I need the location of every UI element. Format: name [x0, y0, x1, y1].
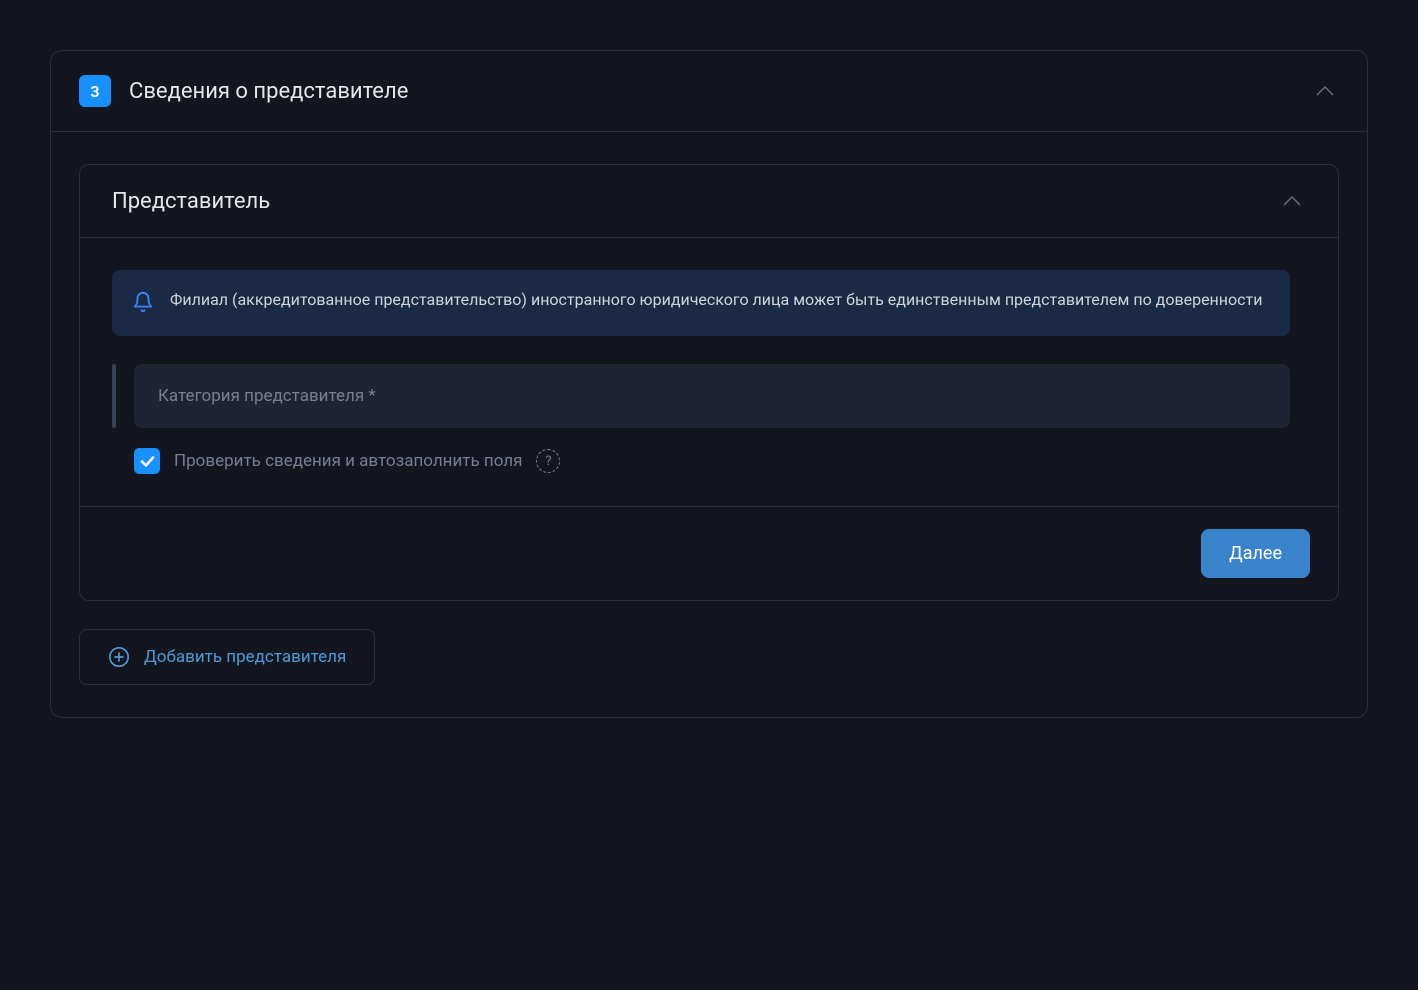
info-banner: Филиал (аккредитованное представительств… [112, 270, 1290, 336]
category-form-row [112, 364, 1290, 428]
step-badge: 3 [79, 75, 111, 107]
chevron-up-icon [1315, 85, 1335, 97]
autofill-checkbox-row: Проверить сведения и автозаполнить поля … [112, 448, 1290, 474]
representative-body: Филиал (аккредитованное представительств… [80, 238, 1338, 506]
representative-header: Представитель [80, 165, 1338, 238]
section-body: Представитель Филиал (аккредитованн [51, 132, 1367, 717]
info-banner-text: Филиал (аккредитованное представительств… [170, 288, 1262, 313]
plus-circle-icon [108, 646, 130, 668]
representative-footer: Далее [80, 506, 1338, 600]
section-card: 3 Сведения о представителе Представитель [50, 50, 1368, 718]
check-icon [140, 456, 155, 467]
representative-title: Представитель [112, 189, 270, 214]
collapse-representative-button[interactable] [1278, 187, 1306, 215]
section-header-left: 3 Сведения о представителе [79, 75, 408, 107]
bell-icon [132, 290, 154, 318]
collapse-section-button[interactable] [1311, 77, 1339, 105]
add-representative-label: Добавить представителя [144, 647, 346, 667]
help-icon[interactable]: ? [536, 449, 560, 473]
chevron-up-icon [1282, 195, 1302, 207]
section-title: Сведения о представителе [129, 79, 408, 104]
form-marker [112, 364, 116, 428]
add-representative-button[interactable]: Добавить представителя [79, 629, 375, 685]
category-input[interactable] [134, 364, 1290, 428]
representative-card: Представитель Филиал (аккредитованн [79, 164, 1339, 601]
autofill-checkbox[interactable] [134, 448, 160, 474]
autofill-checkbox-label: Проверить сведения и автозаполнить поля [174, 451, 522, 471]
section-header: 3 Сведения о представителе [51, 51, 1367, 132]
next-button[interactable]: Далее [1201, 529, 1310, 578]
